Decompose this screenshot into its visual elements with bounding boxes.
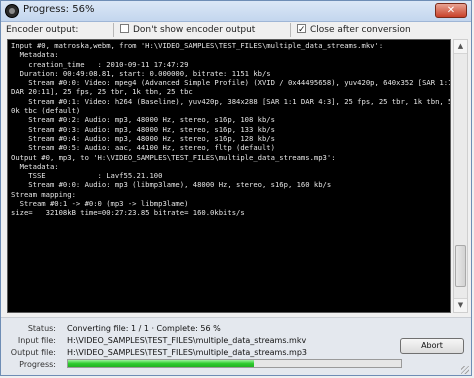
input-file-label: Input file: <box>17 336 56 345</box>
checkbox-box[interactable] <box>120 24 129 33</box>
console-text: Input #0, matroska,webm, from 'H:\VIDEO_… <box>11 41 450 218</box>
resize-grip-icon[interactable] <box>461 366 469 374</box>
divider <box>290 23 291 37</box>
progress-fill <box>68 360 255 367</box>
scroll-down-icon[interactable]: ▼ <box>454 298 467 312</box>
status-label: Status: <box>27 324 56 333</box>
console-scrollbar[interactable]: ▲ ▼ <box>453 39 468 313</box>
checkbox-box[interactable] <box>297 22 306 38</box>
progress-label: Progress: <box>19 360 56 369</box>
scroll-thumb[interactable] <box>455 245 466 287</box>
divider <box>113 23 114 37</box>
close-after-conversion-checkbox[interactable]: Close after conversion <box>297 22 411 38</box>
output-file-value: H:\VIDEO_SAMPLES\TEST_FILES\multiple_dat… <box>67 348 308 357</box>
output-file-label: Output file: <box>10 348 56 357</box>
encoder-output-label: Encoder output: <box>6 25 79 35</box>
dont-show-output-checkbox[interactable]: Don't show encoder output <box>120 22 255 38</box>
app-icon <box>5 4 19 18</box>
progress-bar <box>67 359 402 368</box>
status-value: Converting file: 1 / 1 · Complete: 56 % <box>67 324 221 333</box>
options-bar: Encoder output: Don't show encoder outpu… <box>1 22 471 38</box>
close-icon: ✕ <box>446 5 456 16</box>
title-bar[interactable]: Progress: 56% ✕ <box>1 1 471 22</box>
status-panel: Status: Converting file: 1 / 1 · Complet… <box>1 317 471 375</box>
close-button[interactable]: ✕ <box>435 3 467 18</box>
input-file-value: H:\VIDEO_SAMPLES\TEST_FILES\multiple_dat… <box>67 336 307 345</box>
encoder-console[interactable]: Input #0, matroska,webm, from 'H:\VIDEO_… <box>7 39 451 313</box>
window-title: Progress: 56% <box>23 4 95 15</box>
progress-window: Progress: 56% ✕ Encoder output: Don't sh… <box>0 0 472 376</box>
close-after-conversion-label: Close after conversion <box>310 25 411 35</box>
scroll-up-icon[interactable]: ▲ <box>454 40 467 54</box>
dont-show-output-label: Don't show encoder output <box>133 25 256 35</box>
abort-button[interactable]: Abort <box>400 338 464 354</box>
